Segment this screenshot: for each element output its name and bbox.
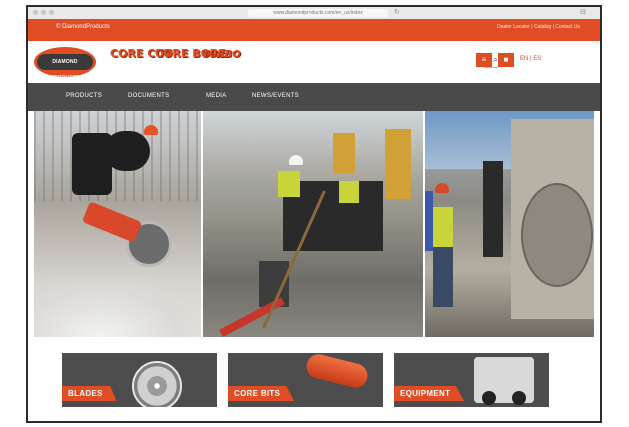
saw-blade-image [132, 361, 182, 407]
language-switch[interactable]: EN | ES [520, 56, 541, 62]
hero-banner [34, 111, 594, 337]
product-categories: BLADES CORE BITS EQUIPMENT [28, 337, 600, 421]
hero-image-wall-saw-machine [203, 111, 423, 337]
category-card-equipment[interactable]: EQUIPMENT [394, 353, 549, 407]
nav-item-documents[interactable]: DOCUMENTS [128, 93, 169, 99]
window-controls[interactable] [33, 10, 54, 15]
nav-item-products[interactable]: PRODUCTS [66, 93, 102, 99]
menu-button[interactable]: ≡ [476, 53, 492, 67]
diamond-products-logo[interactable]: DIAMOND PRODUCTS [34, 47, 96, 81]
address-bar[interactable]: www.diamondproducts.com/en_us/index [248, 9, 388, 17]
site-header: DIAMOND PRODUCTS CORE CUT CORE BORE TURB… [28, 41, 600, 83]
category-card-blades[interactable]: BLADES [62, 353, 217, 407]
turbo-brand-logo[interactable]: TURBO [202, 50, 241, 60]
category-card-core-bits[interactable]: CORE BITS [228, 353, 383, 407]
category-label-core-bits: CORE BITS [228, 386, 295, 401]
utility-links[interactable]: Dealer Locator | Catalog | Contact Us [497, 24, 580, 30]
hard-hat [144, 125, 158, 135]
nav-item-media[interactable]: MEDIA [206, 93, 227, 99]
category-label-equipment: EQUIPMENT [394, 386, 465, 401]
nav-item-news-events[interactable]: NEWS/EVENTS [252, 93, 299, 99]
menu-icon: ≡ [481, 55, 487, 64]
cart-icon: ■ [503, 55, 509, 64]
sidebar-toggle-icon[interactable]: ⊟ [580, 8, 586, 18]
utility-left-text: © DiamondProducts [56, 24, 110, 30]
browser-window: www.diamondproducts.com/en_us/index ↻ ⊟ … [26, 5, 602, 423]
close-window-dot[interactable] [33, 10, 38, 15]
concrete-core-sample [521, 183, 593, 287]
main-nav: PRODUCTS DOCUMENTS MEDIA NEWS/EVENTS [28, 83, 600, 111]
category-label-blades: BLADES [62, 386, 117, 401]
hero-image-saw-operator [34, 111, 201, 337]
reload-icon[interactable]: ↻ [394, 8, 400, 18]
hero-image-core-drilling [425, 111, 594, 337]
cart-button[interactable]: ■ [498, 53, 514, 67]
core-bit-image [304, 353, 370, 391]
minimize-window-dot[interactable] [41, 10, 46, 15]
zoom-window-dot[interactable] [49, 10, 54, 15]
search-input[interactable] [388, 61, 484, 73]
utility-bar: © DiamondProducts Dealer Locator | Catal… [28, 19, 600, 41]
logo-text: DIAMOND PRODUCTS [37, 54, 93, 81]
